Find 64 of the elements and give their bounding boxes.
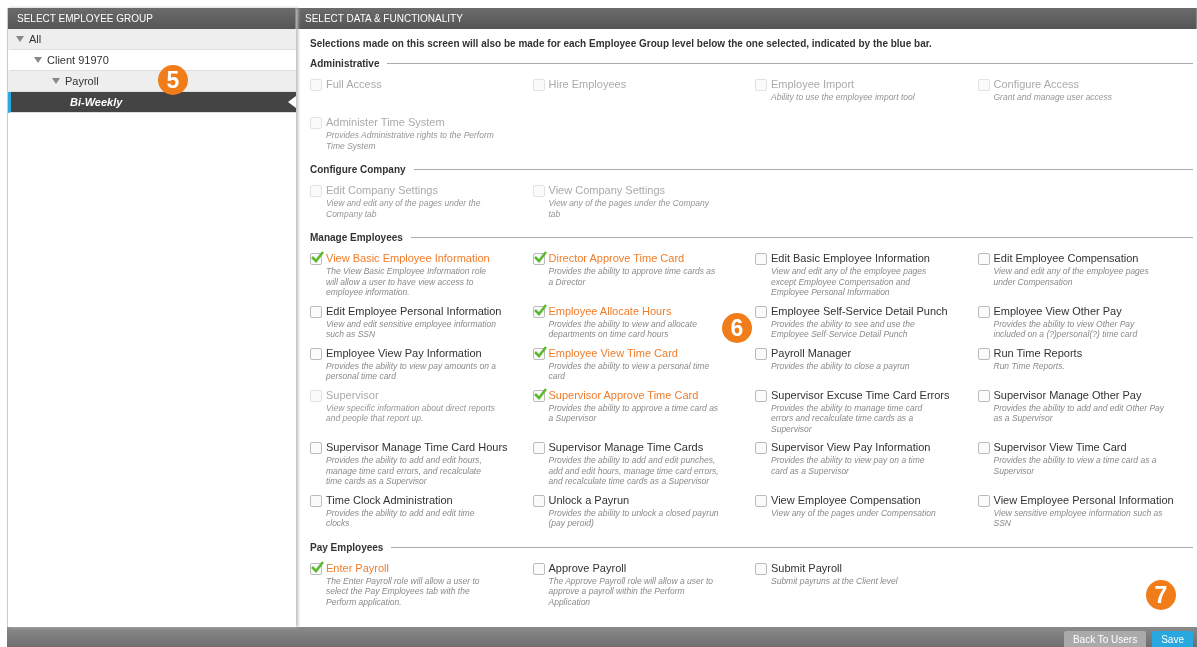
- step-callout: 6: [722, 313, 752, 343]
- permission-label[interactable]: Submit Payroll: [771, 561, 898, 574]
- permission-description: Provides the ability to add and edit Other Pay as a Supervisor: [993, 402, 1166, 424]
- permission-description: The View Basic Employee Information role will allow a user to have view access to employee information.: [326, 266, 487, 298]
- permission-description: Ability to use the employee import tool: [771, 92, 915, 103]
- intro-text: Selections made on this screen will also be made for each Employee Group level below the one selected, indicated by the blue bar.: [310, 38, 933, 49]
- permission-description: Provides the ability to view pay on a time card as a Supervisor: [771, 455, 926, 476]
- permission-description: Provides Administrative rights to the Perform Time System: [326, 130, 495, 151]
- tree-item[interactable]: Bi-Weekly: [8, 92, 296, 113]
- permission-label[interactable]: View Employee Compensation: [771, 493, 936, 506]
- permission-description: Provides the ability to approve a time card as a Supervisor: [548, 402, 720, 424]
- permission-description: View specific information about direct reports and people that report up.: [326, 402, 496, 424]
- permission-description: Provides the ability to manage time card errors and recalculate time cards as a Supervisor: [771, 402, 924, 434]
- permission-description: Provides the ability to approve time cards as a Director: [548, 266, 717, 287]
- section-title: Administrative: [310, 58, 380, 69]
- permission-label[interactable]: Approve Payroll: [548, 561, 721, 574]
- panel-header: SELECT DATA & FUNCTIONALITY: [296, 8, 1197, 29]
- permission-description: The Approve Payroll role will allow a user to approve a payroll within the Perform Application: [548, 575, 715, 607]
- permission-description: Provides the ability to close a payrun: [771, 360, 910, 371]
- permission-description: View any of the pages under Compensation: [771, 507, 936, 518]
- permission-description: Provides the ability to view a time card as a Supervisor: [993, 455, 1158, 476]
- tree-item[interactable]: All: [8, 29, 296, 50]
- step-callout: 7: [1146, 580, 1176, 610]
- permission-label[interactable]: Unlock a Payrun: [548, 493, 721, 506]
- permission-label[interactable]: Edit Basic Employee Information: [771, 252, 943, 264]
- permission-description: Provides the ability to view Other Pay included on a (?)personal(?) time card: [993, 318, 1139, 340]
- panel-header: SELECT EMPLOYEE GROUP: [8, 8, 296, 29]
- permission-label[interactable]: Employee View Pay Information: [326, 346, 498, 359]
- permission-label[interactable]: Supervisor View Pay Information: [771, 441, 943, 453]
- permission-label[interactable]: View Employee Personal Information: [993, 493, 1174, 506]
- permission-label[interactable]: Supervisor Manage Time Cards: [548, 441, 721, 453]
- permission-description: Provides the ability to add and edit hours, manage time card errors, and recalculate time cards as a Supervisor: [326, 455, 483, 487]
- permission-description: Provides the ability to add and edit punches, add and edit hours, manage time card errors, and recalculate time cards as a Supervisor: [548, 455, 720, 487]
- permission-label[interactable]: Supervisor Manage Other Pay: [993, 388, 1166, 401]
- section-title: Manage Employees: [310, 232, 403, 243]
- permission-description: View and edit any of the employee pages except Employee Compensation and Employee Personal Information: [771, 266, 928, 298]
- permission-description: Grant and manage user access: [993, 92, 1113, 103]
- permission-description: View sensitive employee information such as SSN: [993, 507, 1164, 529]
- permission-label[interactable]: Employee View Other Pay: [993, 304, 1166, 317]
- permission-description: View and edit any of the employee pages under Compensation: [993, 266, 1150, 287]
- permission-label[interactable]: Supervisor View Time Card: [993, 441, 1166, 453]
- permission-description: Provides the ability to view pay amounts on a personal time card: [326, 360, 498, 382]
- permission-description: View and edit sensitive employee information such as SSN: [326, 318, 497, 340]
- permission-description: Run Time Reports.: [993, 360, 1065, 371]
- permission-description: View and edit any of the pages under the Company tab: [326, 198, 482, 219]
- permission-description: Provides the ability to see and use the Employee Self-Service Detail Punch: [771, 318, 916, 340]
- section-title: Pay Employees: [310, 541, 384, 553]
- permission-description: Provides the ability to unlock a closed payrun (pay peroid): [548, 507, 720, 529]
- tree-item[interactable]: Client 91970: [8, 50, 296, 71]
- permission-description: Provides the ability to add and edit time clocks: [326, 507, 476, 529]
- permission-description: View any of the pages under the Company tab: [548, 198, 711, 219]
- permission-label[interactable]: Run Time Reports: [993, 346, 1083, 359]
- permission-label[interactable]: Employee Self-Service Detail Punch: [771, 304, 948, 317]
- permission-label[interactable]: Payroll Manager: [771, 346, 910, 359]
- permission-label[interactable]: Supervisor Excuse Time Card Errors: [771, 388, 950, 401]
- permission-description: The Enter Payroll role will allow a user to select the Pay Employees tab with the Perform application.: [326, 575, 481, 607]
- permission-label[interactable]: Time Clock Administration: [326, 493, 498, 506]
- permission-label[interactable]: Edit Employee Personal Information: [326, 304, 502, 317]
- permission-description: Provides the ability to view a personal time card: [548, 360, 711, 382]
- permission-label[interactable]: Edit Employee Compensation: [993, 252, 1166, 264]
- section-title: Configure Company: [310, 164, 406, 175]
- permission-description: Provides the ability to view and allocate departments on time card hours: [548, 318, 698, 340]
- permission-label[interactable]: Supervisor Manage Time Card Hours: [326, 441, 508, 453]
- permission-description: Submit payruns at the Client level: [771, 575, 898, 586]
